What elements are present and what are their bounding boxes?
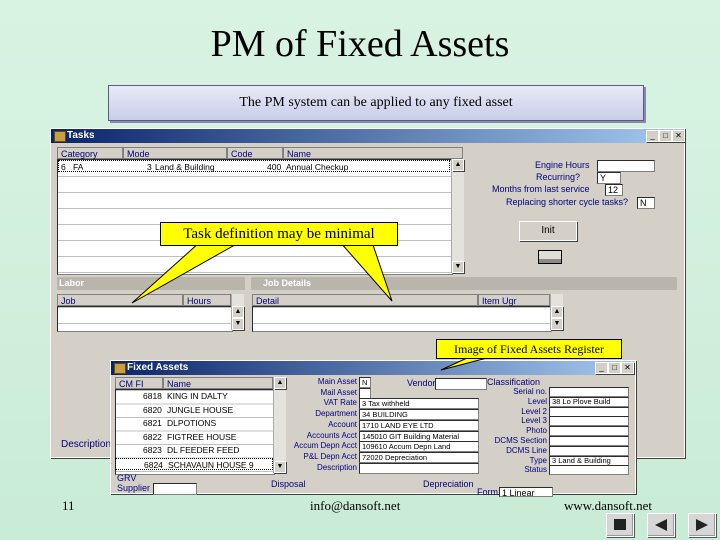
back-arrow-icon[interactable] xyxy=(647,513,675,537)
home-icon[interactable] xyxy=(606,513,634,537)
website-link[interactable]: www.dansoft.net xyxy=(564,498,652,514)
callout-pointers xyxy=(131,241,511,371)
email-link[interactable]: info@dansoft.net xyxy=(310,498,400,514)
task-callout-pointer-left xyxy=(131,241,242,304)
page-number: 11 xyxy=(62,498,75,513)
task-callout: Task definition may be minimal xyxy=(160,222,398,246)
forward-arrow-icon[interactable] xyxy=(688,513,716,537)
image-callout: Image of Fixed Assets Register xyxy=(436,339,622,359)
task-callout-pointer-right xyxy=(338,241,393,302)
